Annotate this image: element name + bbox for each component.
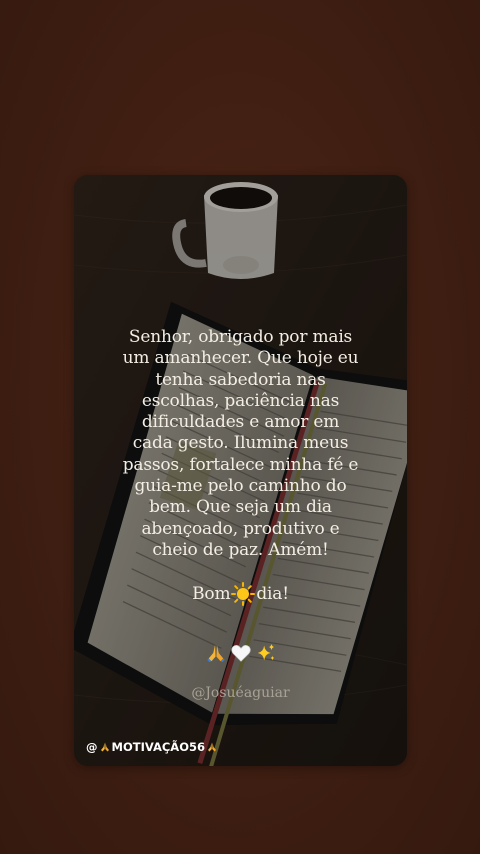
- praying-hands-icon: [207, 742, 216, 752]
- story-card: Senhor, obrigado por mais um amanhecer. …: [74, 175, 407, 766]
- white-heart-icon: [230, 645, 251, 663]
- praying-hands-icon: [100, 742, 109, 752]
- greeting-line: Bom dia!: [74, 582, 407, 607]
- praying-hands-icon: [206, 645, 225, 663]
- story-screen: Senhor, obrigado por mais um amanhecer. …: [0, 0, 480, 854]
- greeting-start: Bom: [192, 583, 231, 604]
- sparkles-icon: [257, 644, 274, 661]
- emoji-row: [74, 642, 407, 668]
- post-text-block: Senhor, obrigado por mais um amanhecer. …: [74, 327, 407, 668]
- author-handle: @Josuéaguiar: [191, 685, 290, 701]
- greeting-end: dia!: [256, 583, 289, 604]
- prayer-message: Senhor, obrigado por mais um amanhecer. …: [122, 327, 359, 560]
- watermark-prefix: @: [86, 740, 98, 754]
- sun-icon: [231, 582, 256, 607]
- channel-watermark: @ MOTIVAÇÃO56: [86, 740, 218, 754]
- watermark-name: MOTIVAÇÃO56: [111, 740, 205, 754]
